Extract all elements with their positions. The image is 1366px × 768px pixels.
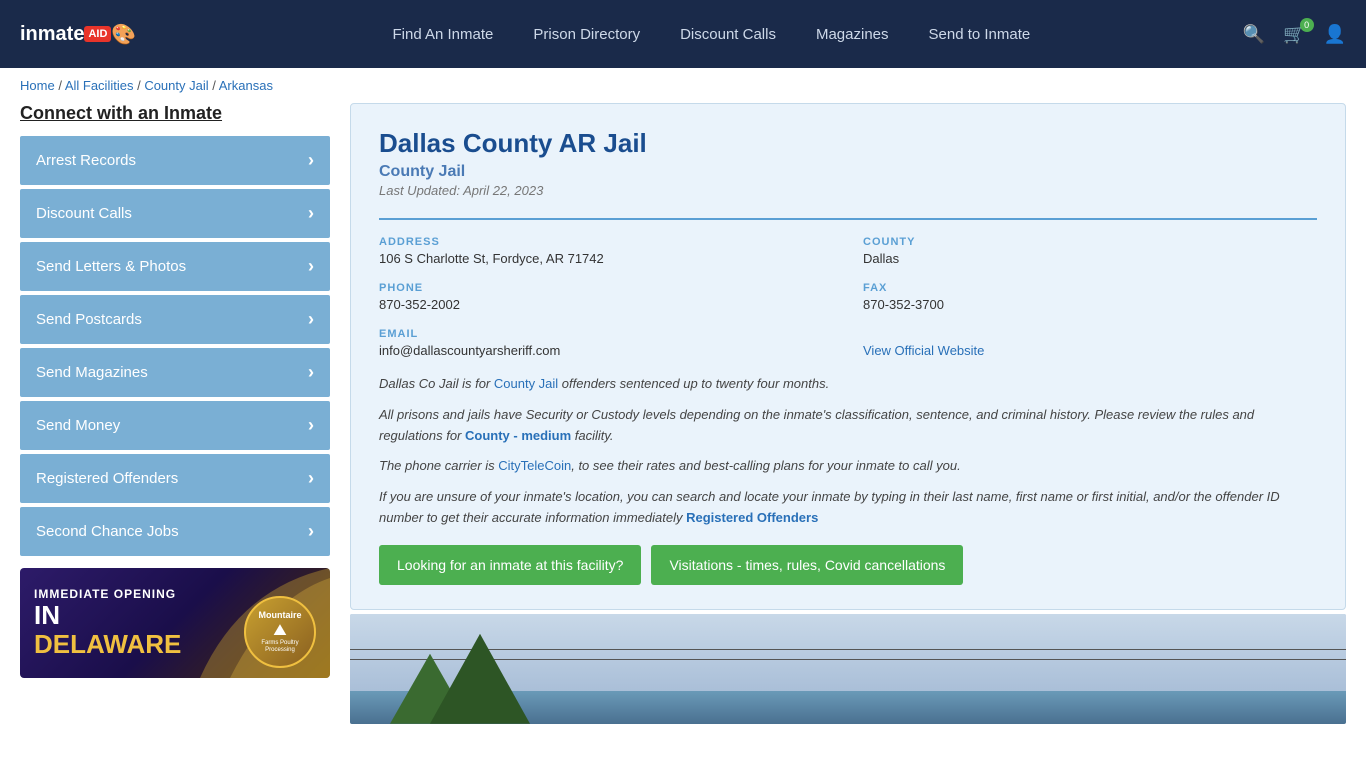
nav-find-inmate[interactable]: Find An Inmate (392, 26, 493, 43)
sidebar-item-discount-calls[interactable]: Discount Calls › (20, 189, 330, 238)
cart-wrapper[interactable]: 🛒 0 (1283, 24, 1305, 45)
visitations-button[interactable]: Visitations - times, rules, Covid cancel… (651, 545, 963, 585)
registered-offenders-link[interactable]: Registered Offenders (686, 510, 818, 525)
ad-banner[interactable]: IMMEDIATE OPENING IN DELAWARE Mountaire … (20, 568, 330, 678)
sidebar-label-send-letters: Send Letters & Photos (36, 258, 186, 275)
facility-name: Dallas County AR Jail (379, 128, 1317, 159)
phone-value: 870-352-2002 (379, 297, 833, 312)
photo-wire1 (350, 649, 1346, 650)
sidebar-arrow-send-money: › (308, 415, 314, 436)
facility-type: County Jail (379, 163, 1317, 181)
sidebar-title: Connect with an Inmate (20, 103, 330, 124)
phone-label: PHONE (379, 282, 833, 294)
sidebar-item-send-money[interactable]: Send Money › (20, 401, 330, 450)
header-icons: 🔍 🛒 0 👤 (1243, 24, 1346, 45)
logo[interactable]: inmate AID 🎨 (20, 22, 180, 47)
sidebar-item-send-letters[interactable]: Send Letters & Photos › (20, 242, 330, 291)
user-icon[interactable]: 👤 (1324, 24, 1346, 45)
info-website: X View Official Website (863, 328, 1317, 358)
address-value: 106 S Charlotte St, Fordyce, AR 71742 (379, 251, 833, 266)
county-value: Dallas (863, 251, 1317, 266)
sidebar-label-second-chance-jobs: Second Chance Jobs (36, 523, 179, 540)
fax-label: FAX (863, 282, 1317, 294)
sidebar-arrow-send-postcards: › (308, 309, 314, 330)
ad-immediate-text: IMMEDIATE OPENING (34, 587, 181, 601)
county-label: COUNTY (863, 236, 1317, 248)
sidebar-arrow-registered-offenders: › (308, 468, 314, 489)
sidebar-item-registered-offenders[interactable]: Registered Offenders › (20, 454, 330, 503)
sidebar-label-discount-calls: Discount Calls (36, 205, 132, 222)
sidebar-arrow-arrest-records: › (308, 150, 314, 171)
desc-p2: All prisons and jails have Security or C… (379, 405, 1317, 447)
citytelecoin-link[interactable]: CityTeleCoin (498, 458, 571, 473)
sidebar: Connect with an Inmate Arrest Records › … (20, 103, 330, 724)
breadcrumb-all-facilities[interactable]: All Facilities (65, 78, 134, 93)
ad-in-text: IN (34, 601, 181, 630)
info-county: COUNTY Dallas (863, 236, 1317, 266)
main-nav: Find An Inmate Prison Directory Discount… (200, 26, 1223, 43)
sidebar-label-send-magazines: Send Magazines (36, 364, 148, 381)
ad-logo-sub: Farms Poultry Processing (246, 640, 314, 654)
sidebar-arrow-send-magazines: › (308, 362, 314, 383)
ad-logo-name: Mountaire (258, 610, 301, 622)
county-jail-link1[interactable]: County Jail (494, 376, 558, 391)
desc-p3: The phone carrier is CityTeleCoin, to se… (379, 456, 1317, 477)
info-address: ADDRESS 106 S Charlotte St, Fordyce, AR … (379, 236, 833, 266)
nav-prison-directory[interactable]: Prison Directory (533, 26, 640, 43)
ad-text: IMMEDIATE OPENING IN DELAWARE (34, 587, 181, 658)
cart-badge: 0 (1300, 18, 1314, 32)
facility-buttons: Looking for an inmate at this facility? … (379, 545, 1317, 585)
info-fax: FAX 870-352-3700 (863, 282, 1317, 312)
sidebar-label-send-postcards: Send Postcards (36, 311, 142, 328)
facility-updated: Last Updated: April 22, 2023 (379, 183, 1317, 198)
ad-logo-mountain-icon: ⛰ (273, 622, 286, 640)
photo-wire2 (350, 659, 1346, 660)
main-layout: Connect with an Inmate Arrest Records › … (0, 103, 1366, 744)
ad-delaware-text: DELAWARE (34, 630, 181, 659)
find-inmate-button[interactable]: Looking for an inmate at this facility? (379, 545, 641, 585)
desc-p4: If you are unsure of your inmate's locat… (379, 487, 1317, 529)
sidebar-arrow-send-letters: › (308, 256, 314, 277)
ad-logo-circle: Mountaire ⛰ Farms Poultry Processing (244, 596, 316, 668)
website-link[interactable]: View Official Website (863, 343, 984, 358)
email-value: info@dallascountyarsheriff.com (379, 343, 833, 358)
facility-description: Dallas Co Jail is for County Jail offend… (379, 374, 1317, 529)
breadcrumb: Home / All Facilities / County Jail / Ar… (0, 68, 1366, 103)
sidebar-label-arrest-records: Arrest Records (36, 152, 136, 169)
facility-info-grid: ADDRESS 106 S Charlotte St, Fordyce, AR … (379, 218, 1317, 358)
sidebar-arrow-discount-calls: › (308, 203, 314, 224)
facility-card: Dallas County AR Jail County Jail Last U… (350, 103, 1346, 610)
email-label: EMAIL (379, 328, 833, 340)
search-icon[interactable]: 🔍 (1243, 24, 1265, 45)
sidebar-arrow-second-chance-jobs: › (308, 521, 314, 542)
nav-send-to-inmate[interactable]: Send to Inmate (929, 26, 1031, 43)
info-phone: PHONE 870-352-2002 (379, 282, 833, 312)
sidebar-item-send-magazines[interactable]: Send Magazines › (20, 348, 330, 397)
address-label: ADDRESS (379, 236, 833, 248)
breadcrumb-county-jail[interactable]: County Jail (144, 78, 208, 93)
sidebar-item-arrest-records[interactable]: Arrest Records › (20, 136, 330, 185)
sidebar-menu: Arrest Records › Discount Calls › Send L… (20, 136, 330, 556)
sidebar-item-send-postcards[interactable]: Send Postcards › (20, 295, 330, 344)
sidebar-item-second-chance-jobs[interactable]: Second Chance Jobs › (20, 507, 330, 556)
county-medium-link[interactable]: County - medium (465, 428, 571, 443)
sidebar-label-registered-offenders: Registered Offenders (36, 470, 178, 487)
fax-value: 870-352-3700 (863, 297, 1317, 312)
sidebar-label-send-money: Send Money (36, 417, 120, 434)
breadcrumb-state[interactable]: Arkansas (219, 78, 273, 93)
breadcrumb-home[interactable]: Home (20, 78, 55, 93)
facility-photo (350, 614, 1346, 724)
nav-magazines[interactable]: Magazines (816, 26, 889, 43)
info-email: EMAIL info@dallascountyarsheriff.com (379, 328, 833, 358)
content-area: Dallas County AR Jail County Jail Last U… (350, 103, 1346, 724)
nav-discount-calls[interactable]: Discount Calls (680, 26, 776, 43)
desc-p1: Dallas Co Jail is for County Jail offend… (379, 374, 1317, 395)
header: inmate AID 🎨 Find An Inmate Prison Direc… (0, 0, 1366, 68)
